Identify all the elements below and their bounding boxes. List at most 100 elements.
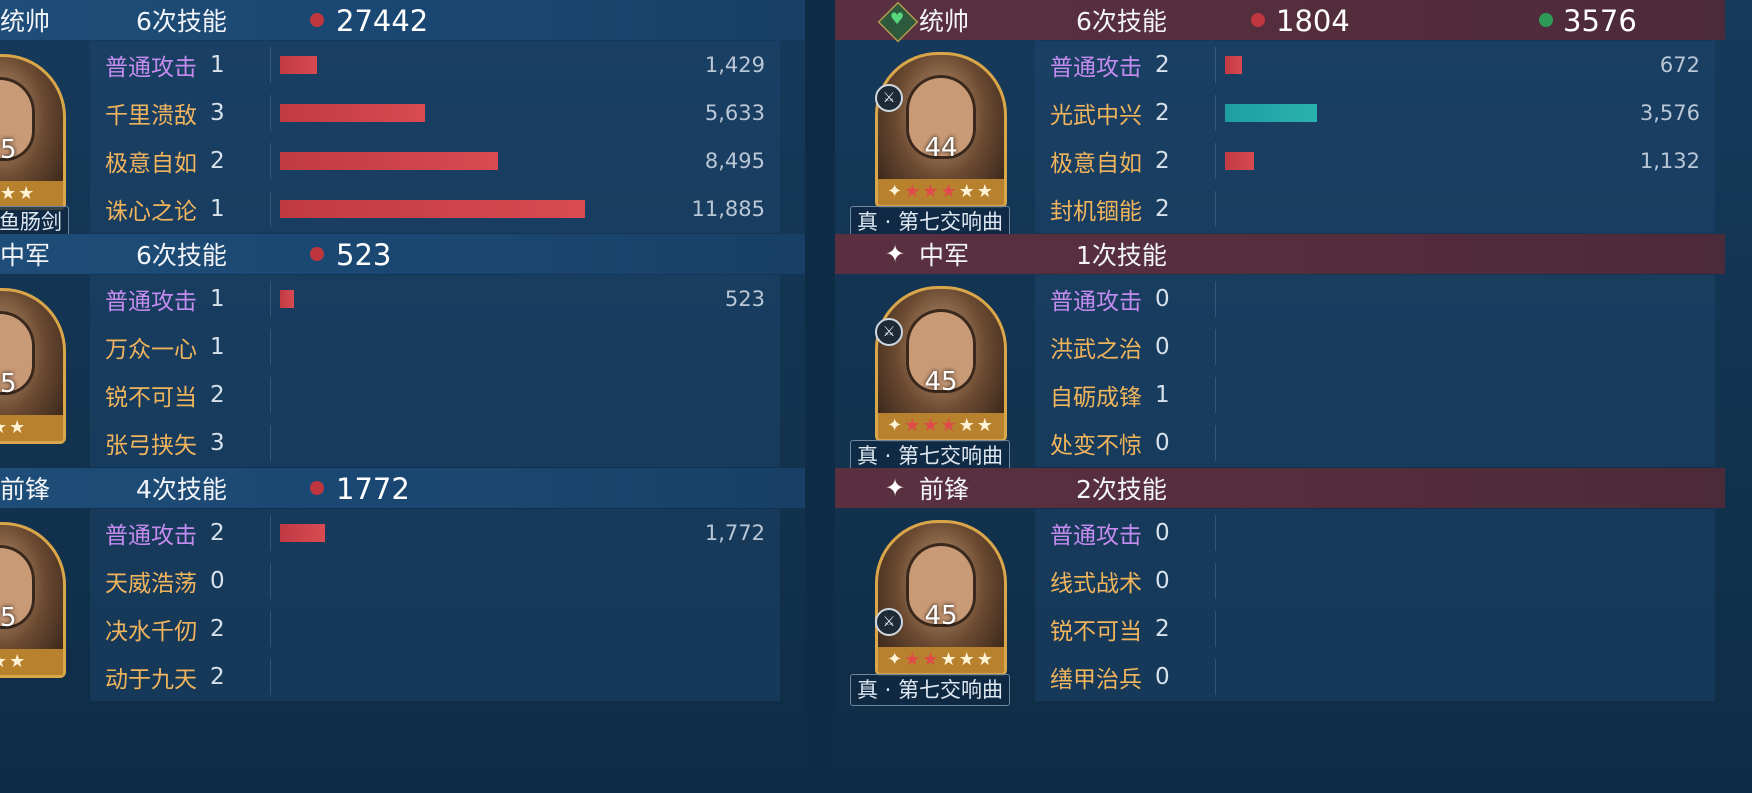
star-icon: ★ bbox=[976, 649, 995, 670]
unit-section: 前锋 4次技能 1772 45 ★★★ 普通攻击 2 1,772 天威浩荡 0 决水千仞 2 动于九天 2 bbox=[0, 468, 805, 736]
skill-row[interactable]: 普通攻击 1 1,429 bbox=[90, 41, 780, 89]
star-rating: ★★★ bbox=[0, 649, 63, 675]
skill-name: 普通攻击 bbox=[105, 523, 197, 549]
unit-header: ✦ 前锋 2次技能 bbox=[835, 468, 1725, 508]
row-separator bbox=[1215, 611, 1216, 647]
skill-row[interactable]: 普通攻击 2 1,772 bbox=[90, 509, 780, 557]
general-portrait[interactable]: 45 ✦★★★★★ bbox=[875, 286, 1007, 442]
row-separator bbox=[1215, 377, 1216, 413]
star-icon: ★ bbox=[922, 415, 941, 436]
row-separator bbox=[270, 425, 271, 461]
skill-cast-count: 1次技能 bbox=[1076, 241, 1167, 270]
damage-bar bbox=[1225, 56, 1242, 74]
skill-count: 0 bbox=[1155, 568, 1170, 594]
damage-total: 1772 bbox=[336, 472, 410, 506]
star-icon: ★ bbox=[940, 415, 959, 436]
star-icon: ★ bbox=[976, 181, 995, 202]
skill-name: 普通攻击 bbox=[105, 55, 197, 81]
star-icon: ★ bbox=[976, 415, 995, 436]
star-rating: ★★★★ bbox=[0, 181, 63, 207]
skill-amount: 1,429 bbox=[704, 53, 765, 77]
star-rating: ✦★★★★★ bbox=[878, 647, 1004, 673]
damage-bar bbox=[280, 56, 317, 74]
unit-role: 统帅 bbox=[919, 7, 970, 36]
skill-row[interactable]: 诛心之论 1 11,885 bbox=[90, 185, 780, 233]
skill-name: 普通攻击 bbox=[1050, 289, 1142, 315]
damage-total: 1804 bbox=[1276, 4, 1350, 38]
general-portrait[interactable]: 45 ★★★ bbox=[0, 288, 66, 444]
skill-row[interactable]: 线式战术 0 bbox=[1035, 557, 1715, 605]
skill-name: 诛心之论 bbox=[105, 199, 197, 225]
skill-cast-count: 6次技能 bbox=[136, 241, 227, 270]
skill-name: 万众一心 bbox=[105, 337, 197, 363]
star-icon: ★ bbox=[940, 181, 959, 202]
weapon-icon: ⚔ bbox=[875, 318, 903, 346]
rank-icon: ✦ bbox=[887, 181, 905, 202]
skill-count: 2 bbox=[210, 664, 225, 690]
row-separator bbox=[1215, 515, 1216, 551]
star-rating: ✦★★★★★ bbox=[878, 413, 1004, 439]
general-portrait[interactable]: 45 ★★★ bbox=[0, 522, 66, 678]
sparkle-icon: ✦ bbox=[885, 240, 906, 268]
skill-row[interactable]: 普通攻击 0 bbox=[1035, 509, 1715, 557]
weapon-icon: ⚔ bbox=[875, 84, 903, 112]
skill-row[interactable]: 普通攻击 0 bbox=[1035, 275, 1715, 323]
tactic-label: 真 · 第七交响曲 bbox=[850, 674, 1011, 706]
star-rating: ✦★★★★★ bbox=[878, 179, 1004, 205]
skill-count: 0 bbox=[1155, 286, 1170, 312]
damage-dot-icon bbox=[310, 481, 324, 495]
skill-name: 普通攻击 bbox=[1050, 523, 1142, 549]
row-separator bbox=[270, 377, 271, 413]
skill-count: 2 bbox=[210, 616, 225, 642]
skill-row[interactable]: 万众一心 1 bbox=[90, 323, 780, 371]
skill-row[interactable]: 普通攻击 1 523 bbox=[90, 275, 780, 323]
star-icon: ★ bbox=[922, 181, 941, 202]
row-separator bbox=[270, 281, 271, 317]
skill-row[interactable]: 普通攻击 2 672 bbox=[1035, 41, 1715, 89]
skill-count: 3 bbox=[210, 430, 225, 456]
general-portrait[interactable]: 45 ★★★★ bbox=[0, 54, 66, 210]
skill-row[interactable]: 锐不可当 2 bbox=[90, 371, 780, 419]
unit-role: 前锋 bbox=[0, 475, 51, 504]
unit-section: ♥ 统帅 6次技能 1804 3576 44 ✦★★★★★ ⚔ 真 · 第七交响曲 普通攻击 2 67… bbox=[835, 0, 1725, 268]
skill-row[interactable]: 光武中兴 2 3,576 bbox=[1035, 89, 1715, 137]
unit-section: 统帅6次技能2744245★★★★鱼肠剑普通攻击11,429千里溃敌35,633… bbox=[0, 0, 805, 268]
skill-count: 0 bbox=[210, 568, 225, 594]
skill-row[interactable]: 天威浩荡 0 bbox=[90, 557, 780, 605]
rank-icon: ✦ bbox=[887, 649, 905, 670]
skill-row[interactable]: 封机锢能 2 bbox=[1035, 185, 1715, 233]
skill-name: 动于九天 bbox=[105, 667, 197, 693]
unit-header: ✦ 中军 1次技能 bbox=[835, 234, 1725, 274]
star-icon: ★ bbox=[9, 417, 28, 438]
star-icon: ★ bbox=[904, 181, 923, 202]
skill-row[interactable]: 处变不惊 0 bbox=[1035, 419, 1715, 467]
damage-bar bbox=[280, 200, 585, 218]
general-level: 45 bbox=[0, 603, 17, 633]
skill-row[interactable]: 千里溃敌 3 5,633 bbox=[90, 89, 780, 137]
skill-row[interactable]: 张弓挟矢 3 bbox=[90, 419, 780, 467]
skill-row[interactable]: 极意自如 2 1,132 bbox=[1035, 137, 1715, 185]
skill-count: 0 bbox=[1155, 334, 1170, 360]
damage-bar bbox=[280, 290, 294, 308]
skill-row[interactable]: 锐不可当 2 bbox=[1035, 605, 1715, 653]
general-portrait[interactable]: 45 ✦★★★★★ bbox=[875, 520, 1007, 676]
row-separator bbox=[1215, 563, 1216, 599]
skill-row[interactable]: 极意自如 2 8,495 bbox=[90, 137, 780, 185]
general-level: 44 bbox=[924, 133, 958, 163]
skill-row[interactable]: 决水千仞 2 bbox=[90, 605, 780, 653]
row-separator bbox=[270, 515, 271, 551]
skill-row[interactable]: 自砺成锋 1 bbox=[1035, 371, 1715, 419]
unit-section: ✦ 中军 1次技能 45 ✦★★★★★ ⚔ 真 · 第七交响曲 普通攻击 0 洪武之治 0 自砺成锋 1… bbox=[835, 234, 1725, 502]
skill-amount: 3,576 bbox=[1639, 101, 1700, 125]
row-separator bbox=[1215, 143, 1216, 179]
star-icon: ★ bbox=[958, 415, 977, 436]
skill-row[interactable]: 缮甲治兵 0 bbox=[1035, 653, 1715, 701]
unit-header: 中军 6次技能 523 bbox=[0, 234, 805, 274]
unit-role: 中军 bbox=[919, 241, 970, 270]
star-icon: ★ bbox=[18, 183, 37, 204]
heal-dot-icon bbox=[1539, 13, 1553, 27]
skill-name: 自砺成锋 bbox=[1050, 385, 1142, 411]
skill-row[interactable]: 洪武之治 0 bbox=[1035, 323, 1715, 371]
general-portrait[interactable]: 44 ✦★★★★★ bbox=[875, 52, 1007, 208]
skill-row[interactable]: 动于九天 2 bbox=[90, 653, 780, 701]
